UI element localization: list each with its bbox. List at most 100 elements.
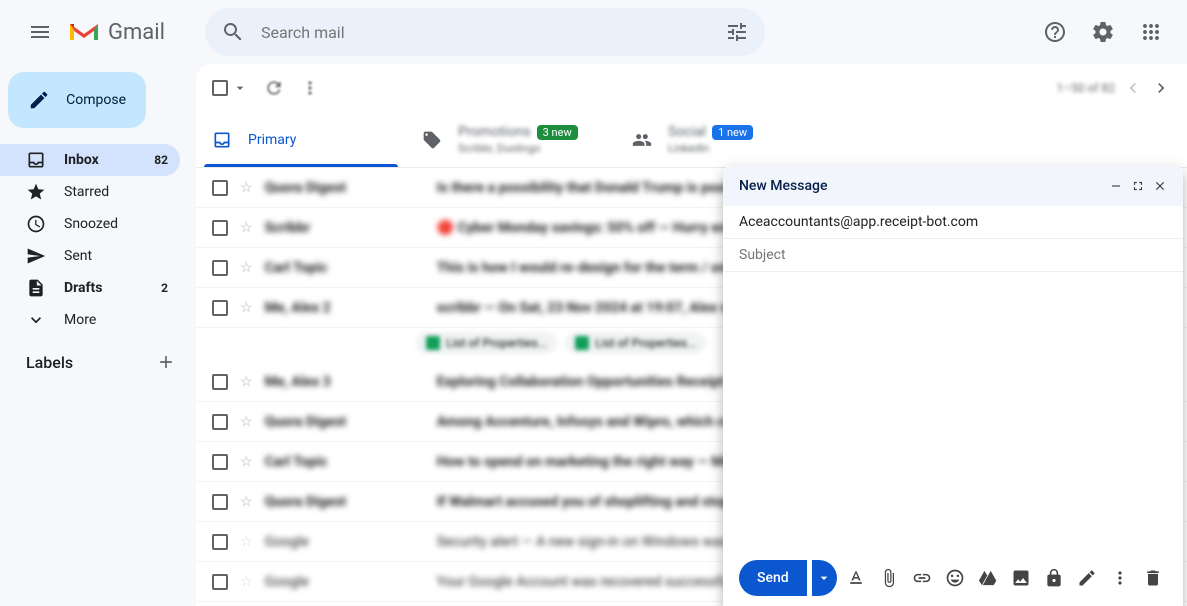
prev-page-icon[interactable] [1123, 78, 1143, 98]
tab-label: Promotions [458, 124, 531, 140]
sidebar-item-inbox[interactable]: Inbox 82 [0, 144, 180, 176]
compose-subject-input[interactable] [739, 247, 1167, 263]
fullscreen-icon[interactable] [1131, 179, 1145, 193]
chevron-down-icon[interactable] [232, 80, 248, 96]
send-options-button[interactable] [812, 560, 837, 596]
close-icon[interactable] [1153, 179, 1167, 193]
next-page-icon[interactable] [1151, 78, 1171, 98]
formatting-button[interactable] [841, 562, 870, 594]
nav-label: Inbox [64, 152, 99, 168]
plus-icon[interactable] [156, 352, 176, 372]
email-checkbox[interactable] [212, 494, 228, 510]
compose-to-field[interactable]: Aceaccountants@app.receipt-bot.com [723, 206, 1183, 239]
more-options-button[interactable] [1105, 562, 1134, 594]
refresh-icon[interactable] [264, 78, 284, 98]
drive-button[interactable] [973, 562, 1002, 594]
star-icon[interactable]: ☆ [240, 374, 253, 390]
pencil-icon [28, 88, 50, 112]
search-button[interactable] [213, 12, 253, 52]
email-sender: Scribbr [265, 220, 425, 236]
star-icon[interactable]: ☆ [240, 260, 253, 276]
tune-icon [725, 20, 749, 44]
inbox-icon [26, 150, 46, 170]
sidebar-item-drafts[interactable]: Drafts2 [0, 272, 180, 304]
compose-subject-field[interactable] [723, 239, 1183, 272]
email-checkbox[interactable] [212, 414, 228, 430]
emoji-button[interactable] [940, 562, 969, 594]
email-checkbox[interactable] [212, 374, 228, 390]
star-icon[interactable]: ☆ [240, 454, 253, 470]
star-icon[interactable]: ☆ [240, 414, 253, 430]
nav-label: Sent [64, 248, 92, 264]
settings-button[interactable] [1083, 12, 1123, 52]
email-sender: Google [265, 574, 425, 590]
pagination-info: 1–50 of 82 [1056, 81, 1115, 95]
attachment-chip[interactable]: List of Properties... [565, 332, 706, 354]
email-checkbox[interactable] [212, 300, 228, 316]
email-sender: Me, Alex 2 [265, 300, 425, 316]
compose-title: New Message [739, 178, 827, 194]
inbox-icon [212, 130, 232, 150]
tab-promotions[interactable]: Promotions3 newScribbr, Duolingo [406, 112, 616, 167]
email-sender: Carl Topic [265, 260, 425, 276]
tab-label: Primary [248, 132, 296, 148]
star-icon[interactable]: ☆ [240, 494, 253, 510]
discard-button[interactable] [1138, 562, 1167, 594]
link-icon [912, 568, 932, 588]
search-input[interactable] [253, 23, 717, 42]
search-icon [221, 20, 245, 44]
email-checkbox[interactable] [212, 534, 228, 550]
main-menu-button[interactable] [16, 8, 64, 56]
chevron-down-icon [26, 310, 46, 330]
compose-body[interactable] [723, 272, 1183, 550]
email-checkbox[interactable] [212, 454, 228, 470]
email-sender: Carl Topic [265, 454, 425, 470]
compose-button[interactable]: Compose [8, 72, 146, 128]
search-options-button[interactable] [717, 12, 757, 52]
star-icon[interactable]: ☆ [240, 220, 253, 236]
link-button[interactable] [907, 562, 936, 594]
email-checkbox[interactable] [212, 180, 228, 196]
sidebar-item-snoozed[interactable]: Snoozed [0, 208, 180, 240]
send-button[interactable]: Send [739, 560, 807, 596]
gmail-logo[interactable]: Gmail [68, 20, 165, 45]
sidebar-item-starred[interactable]: Starred [0, 176, 180, 208]
signature-button[interactable] [1072, 562, 1101, 594]
star-icon[interactable]: ☆ [240, 574, 253, 590]
nav-label: Starred [64, 184, 109, 200]
star-icon[interactable]: ☆ [240, 180, 253, 196]
confidential-button[interactable] [1039, 562, 1068, 594]
search-bar[interactable] [205, 8, 765, 56]
email-sender: Quora Digest [265, 494, 425, 510]
nav-count: 82 [154, 153, 168, 167]
attachment-chip[interactable]: List of Properties... [416, 332, 557, 354]
attach-button[interactable] [874, 562, 903, 594]
nav-label: Snoozed [64, 216, 118, 232]
attachment-icon [879, 568, 899, 588]
email-checkbox[interactable] [212, 220, 228, 236]
more-icon[interactable] [300, 78, 320, 98]
star-icon[interactable]: ☆ [240, 534, 253, 550]
send-icon [26, 246, 46, 266]
star-icon[interactable]: ☆ [240, 300, 253, 316]
apps-icon [1139, 20, 1163, 44]
people-icon [632, 130, 652, 150]
email-checkbox[interactable] [212, 574, 228, 590]
drive-icon [978, 568, 998, 588]
tab-primary[interactable]: Primary [196, 112, 406, 167]
compose-header[interactable]: New Message [723, 166, 1183, 206]
minimize-icon[interactable] [1109, 179, 1123, 193]
help-icon [1043, 20, 1067, 44]
sidebar-item-more[interactable]: More [0, 304, 180, 336]
email-checkbox[interactable] [212, 260, 228, 276]
emoji-icon [945, 568, 965, 588]
apps-button[interactable] [1131, 12, 1171, 52]
tab-social[interactable]: Social1 newLinkedIn [616, 112, 826, 167]
select-all-checkbox[interactable] [212, 80, 228, 96]
image-button[interactable] [1006, 562, 1035, 594]
compose-label: Compose [66, 92, 126, 108]
logo-text: Gmail [108, 20, 165, 45]
tab-subtitle: Scribbr, Duolingo [458, 142, 578, 155]
sidebar-item-sent[interactable]: Sent [0, 240, 180, 272]
support-button[interactable] [1035, 12, 1075, 52]
